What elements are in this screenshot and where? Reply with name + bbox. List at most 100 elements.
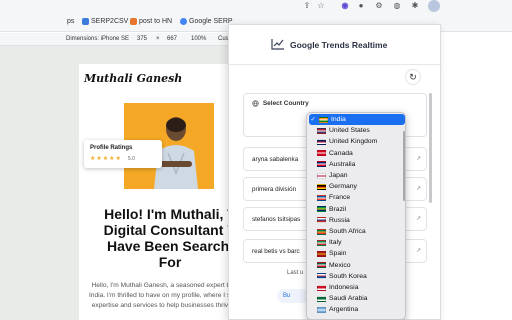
browser-toolbar: ⇪ ☆ ◉ ● ⚙ ◍ ✱ — [0, 0, 512, 14]
country-option[interactable]: Saudi Arabia — [307, 293, 405, 304]
country-option-label: Russia — [329, 216, 350, 224]
country-option-label: Argentina — [329, 306, 359, 314]
country-option[interactable]: Indonesia — [307, 282, 405, 293]
bookmark-item[interactable]: ps — [67, 18, 74, 25]
refresh-icon: ↻ — [409, 72, 417, 82]
country-option-label: South Africa — [329, 228, 366, 236]
flag-icon — [317, 250, 326, 257]
external-link-icon[interactable]: ↗ — [416, 215, 421, 222]
country-option-label: South Korea — [329, 272, 367, 280]
ratings-title: Profile Ratings — [90, 145, 133, 151]
globe-icon — [252, 100, 261, 107]
bookmark-favicon-icon — [82, 18, 89, 25]
country-option-label: India — [331, 116, 346, 124]
country-option-label: France — [329, 194, 351, 202]
country-option[interactable]: Russia — [307, 215, 405, 226]
extension-circle-icon[interactable]: ◍ — [392, 1, 402, 11]
country-option-label: Saudi Arabia — [329, 295, 368, 303]
external-link-icon[interactable]: ↗ — [416, 155, 421, 162]
buy-button-label: Bu — [283, 293, 291, 299]
country-option[interactable]: Japan — [307, 170, 405, 181]
flag-icon — [319, 116, 328, 123]
rating-stars: ★★★★★ — [90, 156, 122, 162]
country-option-label: Mexico — [329, 261, 351, 269]
country-option-label: Germany — [329, 183, 357, 191]
country-option[interactable]: South Korea — [307, 271, 405, 282]
trend-text: stefanos tsitsipas — [252, 216, 301, 223]
trend-text: aryna sabalenka — [252, 156, 299, 163]
profile-ratings-card: Profile Ratings ★★★★★ 5.0 — [84, 140, 162, 168]
country-option-label: Spain — [329, 250, 347, 258]
country-option[interactable]: Italy — [307, 237, 405, 248]
flag-icon — [317, 262, 326, 269]
popup-header: Google Trends Realtime — [229, 25, 442, 65]
last-updated-label: Last u — [287, 270, 304, 276]
country-option[interactable]: Mexico — [307, 260, 405, 271]
country-option-label: Italy — [329, 239, 342, 247]
popup-title: Google Trends Realtime — [290, 40, 388, 50]
country-option-label: United Kingdom — [329, 138, 378, 146]
external-link-icon[interactable]: ↗ — [416, 185, 421, 192]
bookmark-label: SERP2CSV — [91, 18, 129, 25]
flag-icon — [317, 306, 326, 313]
flag-icon — [317, 194, 326, 201]
dropdown-scrollbar[interactable] — [403, 131, 405, 201]
extension-gear-icon[interactable]: ⚙ — [374, 1, 384, 11]
country-option[interactable]: Spain — [307, 248, 405, 259]
external-link-icon[interactable]: ↗ — [416, 247, 421, 254]
device-height-input[interactable]: 667 — [167, 36, 177, 42]
zoom-select[interactable]: 100% — [191, 36, 206, 42]
checkmark-icon: ✓ — [310, 117, 316, 124]
device-width-input[interactable]: 375 — [137, 36, 147, 42]
country-option[interactable]: ✓ India — [309, 114, 405, 126]
flag-icon — [317, 217, 326, 224]
country-option[interactable]: Australia — [307, 159, 405, 170]
flag-icon — [317, 228, 326, 235]
flag-icon — [317, 127, 326, 134]
device-dimensions-select[interactable]: Dimensions: iPhone SE — [66, 36, 129, 42]
bookmark-item[interactable]: post to HN — [130, 18, 172, 25]
extensions-puzzle-icon[interactable]: ✱ — [410, 1, 420, 11]
country-option[interactable]: United Kingdom — [307, 136, 405, 147]
flag-icon — [317, 206, 326, 213]
profile-avatar[interactable] — [428, 0, 440, 12]
country-option[interactable]: Canada — [307, 148, 405, 159]
flag-icon — [317, 172, 326, 179]
trend-text: real betis vs barc — [252, 248, 300, 255]
flag-icon — [317, 239, 326, 246]
refresh-button[interactable]: ↻ — [405, 69, 421, 85]
country-option-label: Japan — [329, 172, 348, 180]
country-option[interactable]: France — [307, 192, 405, 203]
flag-icon — [317, 284, 326, 291]
bookmark-item[interactable]: SERP2CSV — [82, 18, 128, 25]
flag-icon — [317, 150, 326, 157]
dimension-separator: × — [156, 36, 160, 42]
bookmark-item[interactable]: Google SERP — [180, 18, 233, 25]
extension-b-icon[interactable]: ◉ — [340, 1, 350, 11]
extension-drop-icon[interactable]: ● — [356, 1, 366, 11]
country-option[interactable]: Brazil — [307, 204, 405, 215]
flag-icon — [317, 295, 326, 302]
select-country-label: Select Country — [252, 100, 309, 108]
device-toolbar: Dimensions: iPhone SE 375 × 667 100% Cus — [0, 33, 232, 46]
flag-icon — [317, 161, 326, 168]
country-option-label: Australia — [329, 160, 356, 168]
country-dropdown-list[interactable]: ✓ India United States United Kingdom Canada A… — [306, 112, 406, 320]
trending-chart-icon — [271, 39, 284, 50]
country-option[interactable]: South Africa — [307, 226, 405, 237]
share-icon[interactable]: ⇪ — [302, 1, 312, 11]
flag-icon — [317, 183, 326, 190]
country-option[interactable]: Germany — [307, 181, 405, 192]
select-country-text: Select Country — [262, 100, 309, 108]
country-option-label: Brazil — [329, 205, 346, 213]
flag-icon — [317, 273, 326, 280]
bookmark-label: post to HN — [139, 18, 173, 25]
country-option-label: Canada — [329, 149, 353, 157]
bookmark-label: ps — [67, 18, 75, 25]
star-bookmark-icon[interactable]: ☆ — [316, 1, 326, 11]
country-option[interactable]: United States — [307, 125, 405, 136]
country-option[interactable]: Argentina — [307, 304, 405, 315]
popup-scrollbar[interactable] — [429, 93, 432, 203]
bookmark-favicon-icon — [130, 18, 137, 25]
bookmark-label: Google SERP — [189, 18, 233, 25]
